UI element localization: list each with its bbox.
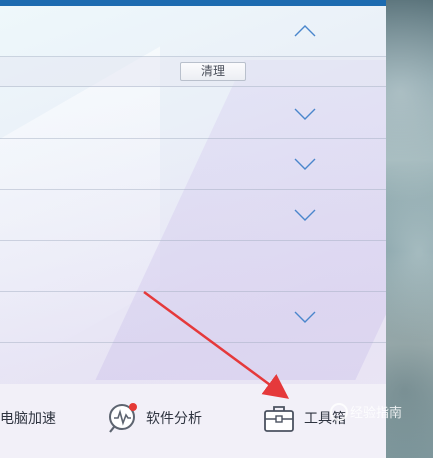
section-header-3[interactable] bbox=[0, 139, 386, 190]
software-analysis-label: 软件分析 bbox=[146, 410, 202, 426]
section-header-2[interactable] bbox=[0, 87, 386, 139]
watermark: 经验指南 bbox=[330, 402, 402, 421]
main-panel: 清理 电脑加速 软件分析 工具箱 bbox=[0, 0, 386, 458]
toolbox-icon bbox=[262, 401, 296, 435]
chevron-down-icon[interactable] bbox=[294, 107, 316, 129]
software-analysis-icon bbox=[106, 401, 140, 435]
chevron-down-icon[interactable] bbox=[294, 208, 316, 230]
section-header-1[interactable] bbox=[0, 6, 386, 57]
pc-speedup-button[interactable]: 电脑加速 bbox=[0, 400, 56, 436]
section-header-6[interactable] bbox=[0, 292, 386, 343]
clean-button[interactable]: 清理 bbox=[180, 62, 246, 81]
desktop-background bbox=[386, 0, 433, 458]
software-analysis-button[interactable]: 软件分析 bbox=[106, 400, 202, 436]
watermark-logo-icon bbox=[330, 402, 348, 421]
section-header-5[interactable] bbox=[0, 241, 386, 292]
chevron-down-icon[interactable] bbox=[294, 157, 316, 179]
watermark-text: 经验指南 bbox=[350, 405, 403, 420]
pc-speedup-label: 电脑加速 bbox=[0, 410, 56, 426]
chevron-up-icon[interactable] bbox=[294, 24, 316, 46]
section-header-4[interactable] bbox=[0, 190, 386, 241]
chevron-down-icon[interactable] bbox=[294, 310, 316, 332]
section-header-7[interactable] bbox=[0, 343, 386, 383]
